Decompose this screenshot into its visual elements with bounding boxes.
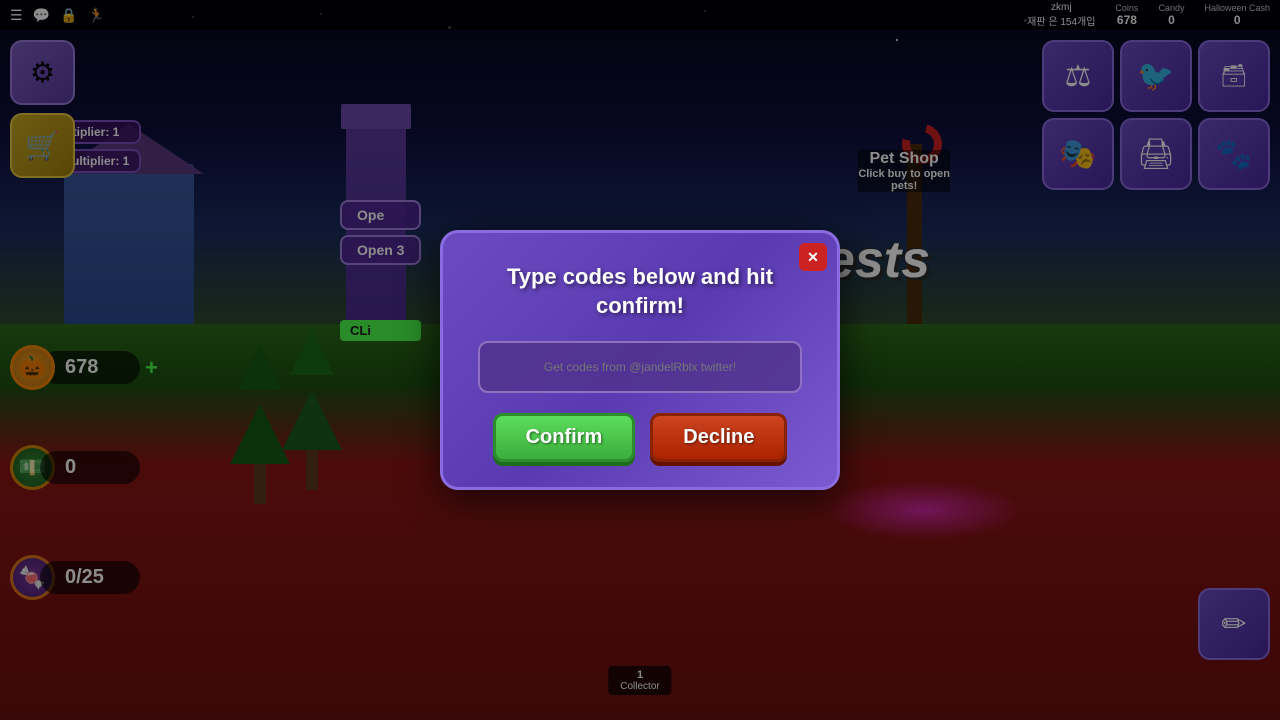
confirm-button[interactable]: Confirm [493,413,636,462]
dialog-title: Type codes below and hit confirm! [478,263,802,320]
close-icon: ✕ [807,249,819,266]
code-input[interactable] [495,360,785,374]
dialog-close-button[interactable]: ✕ [799,243,827,271]
dialog-buttons: Confirm Decline [478,413,802,462]
modal-overlay: ✕ Type codes below and hit confirm! Conf… [0,0,1280,720]
code-dialog: ✕ Type codes below and hit confirm! Conf… [440,230,840,489]
code-input-wrapper [478,341,802,393]
decline-button[interactable]: Decline [650,413,787,462]
